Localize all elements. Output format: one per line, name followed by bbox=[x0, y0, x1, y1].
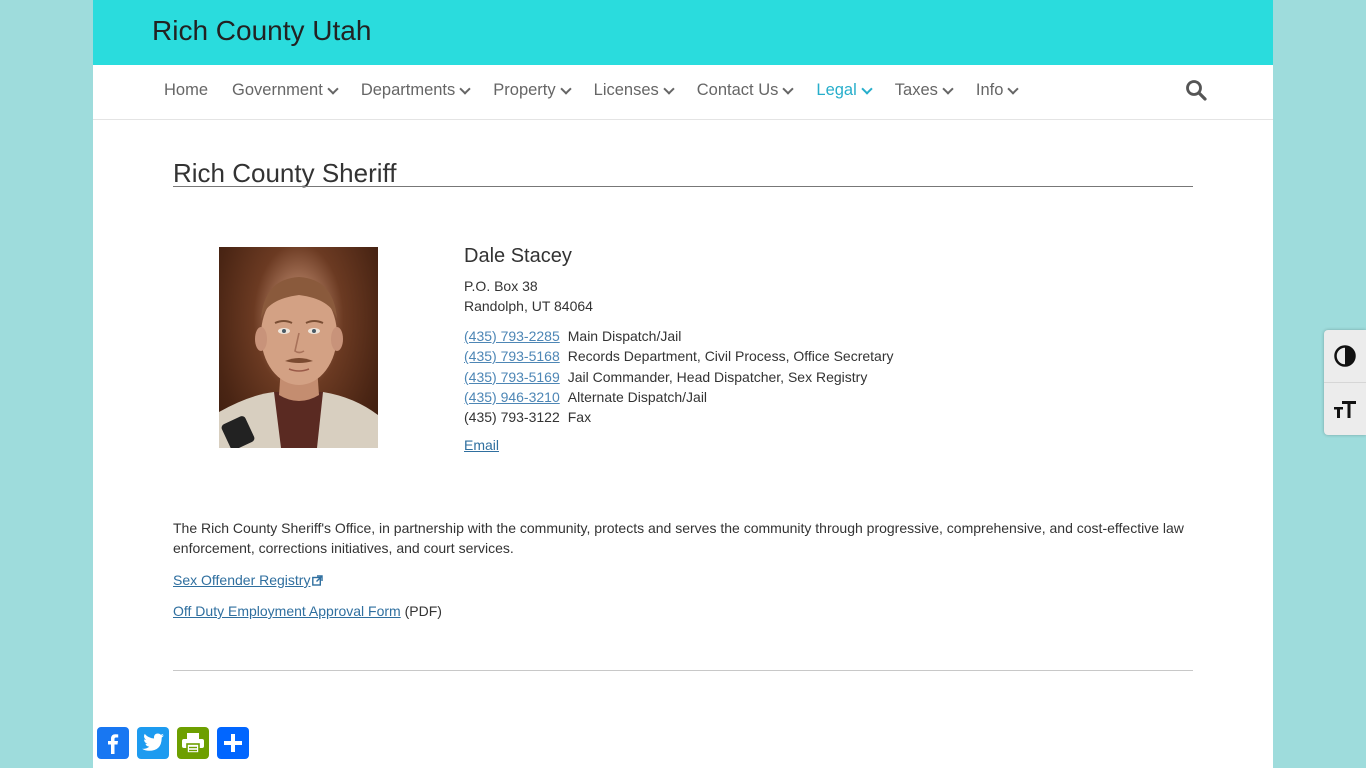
chevron-down-icon bbox=[1007, 82, 1020, 95]
phone-row: (435) 793-5168 Records Department, Civil … bbox=[464, 346, 1164, 366]
nav-item-legal[interactable]: Legal bbox=[816, 81, 873, 100]
sheriff-name: Dale Stacey bbox=[464, 245, 572, 267]
nav-item-home[interactable]: Home bbox=[164, 81, 208, 100]
contrast-icon[interactable] bbox=[1324, 330, 1366, 382]
font-size-icon[interactable] bbox=[1324, 382, 1366, 435]
address-line-2: Randolph, UT 84064 bbox=[464, 298, 593, 314]
sheriff-photo bbox=[219, 247, 378, 448]
phone-number[interactable]: (435) 793-2285 bbox=[464, 328, 560, 344]
nav-item-label: Contact Us bbox=[696, 81, 779, 99]
content-divider bbox=[173, 670, 1193, 671]
phone-number[interactable]: (435) 793-5168 bbox=[464, 348, 560, 364]
external-link-icon bbox=[312, 571, 324, 591]
off-duty-form-link[interactable]: Off Duty Employment Approval Form bbox=[173, 603, 401, 619]
sheriff-contact: Dale Stacey P.O. Box 38 Randolph, UT 840… bbox=[464, 245, 1164, 453]
phone-description: Alternate Dispatch/Jail bbox=[567, 388, 708, 405]
nav-item-property[interactable]: Property bbox=[493, 81, 572, 100]
share-buttons bbox=[97, 727, 249, 759]
facebook-icon[interactable] bbox=[97, 727, 129, 759]
phone-number[interactable]: (435) 946-3210 bbox=[464, 389, 560, 405]
nav-item-label: Licenses bbox=[593, 81, 659, 99]
chevron-down-icon bbox=[942, 82, 954, 95]
nav-item-label: Government bbox=[232, 81, 323, 99]
phone-row: (435) 793-5169 Jail Commander, Head Dispa… bbox=[464, 367, 1164, 387]
nav-item-label: Home bbox=[164, 81, 209, 99]
twitter-icon[interactable] bbox=[137, 727, 169, 759]
resource-links: Sex Offender Registry Off Duty Employmen… bbox=[173, 570, 442, 631]
pdf-note: (PDF) bbox=[404, 603, 442, 619]
title-divider bbox=[173, 186, 1193, 187]
nav-item-departments[interactable]: Departments bbox=[360, 81, 471, 100]
email-link[interactable]: Email bbox=[464, 437, 499, 453]
nav-item-licenses[interactable]: Licenses bbox=[593, 81, 675, 100]
printfriendly-icon[interactable] bbox=[177, 727, 209, 759]
phone-list: (435) 793-2285 Main Dispatch/Jail (435) 79… bbox=[464, 326, 1164, 427]
site-title[interactable]: Rich County Utah bbox=[152, 15, 371, 47]
nav-item-label: Departments bbox=[360, 81, 456, 99]
chevron-down-icon bbox=[782, 82, 795, 95]
chevron-down-icon bbox=[559, 82, 572, 95]
nav-item-info[interactable]: Info bbox=[975, 81, 1020, 100]
share-icon[interactable] bbox=[217, 727, 249, 759]
nav-item-label: Info bbox=[975, 81, 1004, 99]
address-line-1: P.O. Box 38 bbox=[464, 278, 538, 294]
chevron-down-icon bbox=[861, 82, 873, 95]
phone-description: Records Department, Civil Process, Offic… bbox=[567, 348, 894, 365]
nav-list: Home Government Departments Property License… bbox=[164, 81, 1041, 100]
phone-row: (435) 793-2285 Main Dispatch/Jail bbox=[464, 326, 1164, 346]
nav-item-label: Property bbox=[493, 81, 556, 99]
nav-item-label: Taxes bbox=[894, 81, 938, 99]
sex-offender-registry-link[interactable]: Sex Offender Registry bbox=[173, 572, 310, 588]
phone-number[interactable]: (435) 793-5169 bbox=[464, 369, 560, 385]
chevron-down-icon bbox=[459, 82, 471, 95]
chevron-down-icon bbox=[663, 82, 675, 95]
nav-item-contact-us[interactable]: Contact Us bbox=[696, 81, 795, 100]
chevron-down-icon bbox=[327, 82, 339, 95]
page-title: Rich County Sheriff bbox=[173, 158, 397, 188]
page: Rich County Utah Home Government Departmen… bbox=[93, 0, 1273, 768]
phone-row: (435) 793-3122 Fax bbox=[464, 407, 1164, 427]
phone-description: Main Dispatch/Jail bbox=[567, 328, 682, 344]
nav-item-government[interactable]: Government bbox=[232, 81, 339, 100]
phone-number: (435) 793-3122 bbox=[464, 409, 560, 426]
nav-item-label: Legal bbox=[816, 81, 857, 99]
about-text: The Rich County Sheriff's Office, in par… bbox=[173, 520, 1184, 556]
search-icon[interactable] bbox=[1185, 79, 1209, 103]
site-header: Rich County Utah bbox=[93, 0, 1273, 65]
phone-row: (435) 946-3210 Alternate Dispatch/Jail bbox=[464, 387, 1164, 407]
phone-description: Jail Commander, Head Dispatcher, Sex Reg… bbox=[567, 368, 868, 385]
nav-item-taxes[interactable]: Taxes bbox=[894, 81, 954, 100]
phone-description: Fax bbox=[567, 409, 592, 426]
accessibility-toolbar bbox=[1324, 330, 1366, 435]
main-nav: Home Government Departments Property License… bbox=[93, 65, 1273, 120]
